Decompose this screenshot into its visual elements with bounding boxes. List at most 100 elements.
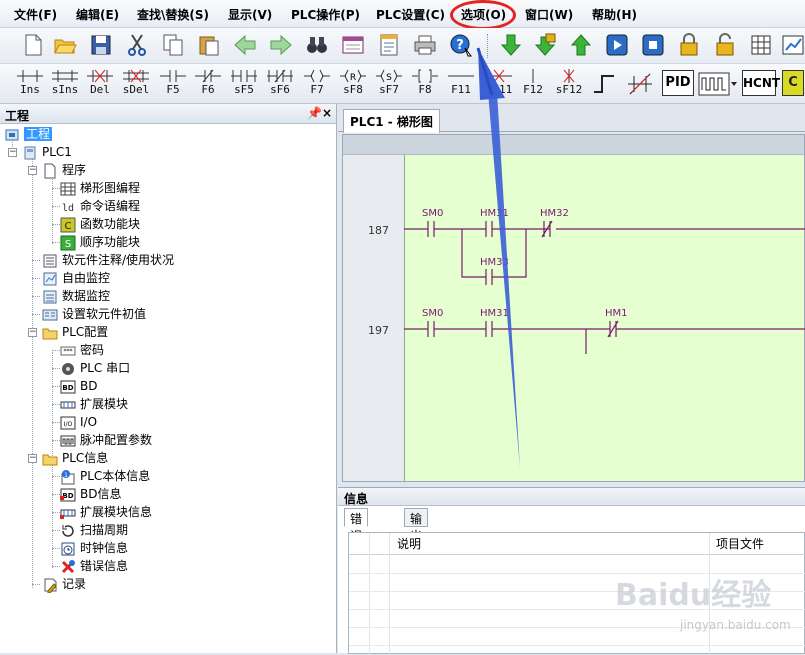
menu-plc-operation[interactable]: PLC操作(P) [291,6,360,23]
tree-label: PLC配置 [62,325,109,339]
binoculars-icon[interactable] [304,32,330,58]
download-arrow-icon[interactable] [498,32,524,58]
parallel-no-contact-button[interactable]: sF5 [227,68,261,102]
collapse-icon[interactable]: − [28,328,37,337]
tab-output[interactable]: 输出 [404,508,429,543]
tree-item-scan-cycle[interactable]: 扫描周期 [60,521,128,539]
run-icon[interactable] [604,32,630,58]
vertical-line-button[interactable]: F12 [516,68,550,102]
menu-view[interactable]: 显示(V) [228,6,272,23]
delete-multi-row-button[interactable]: sDel [119,68,153,102]
tree-item-function-block[interactable]: C 函数功能块 [60,215,140,233]
collapse-icon[interactable]: − [28,454,37,463]
tree-item-instruction[interactable]: ld 命令语编程 [60,197,140,215]
menu-window[interactable]: 窗口(W) [525,6,573,23]
nc-contact-button[interactable]: F6 [191,68,225,102]
tree-item-program[interactable]: 程序 [42,161,86,179]
chart-icon[interactable] [780,32,805,58]
tree-item-clock[interactable]: 时钟信息 [60,539,128,557]
set-coil-button[interactable]: S sF7 [372,68,406,102]
tree-item-plc-info[interactable]: PLC信息 [42,449,108,467]
forward-arrow-icon[interactable] [268,32,294,58]
menu-help[interactable]: 帮助(H) [592,6,637,23]
tree-line [32,278,40,279]
insert-multi-row-button[interactable]: sIns [48,68,82,102]
tree-label: 扩展模块 [80,397,129,411]
tree-item-io[interactable]: I/O I/O [60,413,97,431]
tree-label: 命令语编程 [80,199,141,213]
tree-item-free-monitor[interactable]: 自由监控 [42,269,110,287]
collapse-icon[interactable]: − [28,166,37,175]
tree-item-comment[interactable]: 软元件注释/使用状况 [42,251,174,269]
stop-icon[interactable] [640,32,666,58]
back-arrow-icon[interactable] [232,32,258,58]
window-icon[interactable] [340,32,366,58]
document-tab-bar: PLC1 - 梯形图 [338,104,805,133]
hcnt-button[interactable]: HCNT [742,70,780,96]
pulse-output-icon[interactable] [698,72,738,96]
invert-icon[interactable] [626,72,654,96]
column-header-description[interactable]: 说明 [397,533,421,555]
document-icon[interactable] [376,32,402,58]
tree-item-plc-config[interactable]: PLC配置 [42,323,108,341]
delete-horizontal-line-button[interactable]: sF11 [482,68,516,102]
column-header-project-file[interactable]: 项目文件 [716,533,764,555]
new-file-icon[interactable] [20,32,46,58]
tab-error-list[interactable]: 错误列表 [344,508,369,577]
tree-item-pulse-config[interactable]: 脉冲配置参数 [60,431,152,449]
unlock-icon[interactable] [712,32,738,58]
tree-item-expansion[interactable]: 扩展模块 [60,395,128,413]
close-icon[interactable]: × [322,106,332,120]
tree-item-initial-value[interactable]: 设置软元件初值 [42,305,146,323]
collapse-icon[interactable]: − [8,148,17,157]
pid-button[interactable]: PID [662,70,694,96]
tree-item-plc1[interactable]: PLC1 [22,143,72,161]
tree-item-error-info[interactable]: 错误信息 [60,557,128,575]
application-instruction-button[interactable]: F8 [408,68,442,102]
paste-icon[interactable] [196,32,222,58]
reset-coil-button[interactable]: R sF8 [336,68,370,102]
svg-text:S: S [386,73,392,83]
tree-item-bd[interactable]: BD BD [60,377,97,395]
horizontal-line-icon [448,75,474,77]
parallel-nc-contact-icon [267,69,293,83]
delete-row-button[interactable]: Del [83,68,117,102]
help-icon[interactable]: ? [448,32,474,58]
save-icon[interactable] [88,32,114,58]
tree-item-data-monitor[interactable]: 数据监控 [42,287,110,305]
cut-icon[interactable] [124,32,150,58]
tree-line [32,296,40,297]
coil-button[interactable]: F7 [300,68,334,102]
tree-item-serial-port[interactable]: PLC 串口 [60,359,130,377]
print-icon[interactable] [412,32,438,58]
copy-icon[interactable] [160,32,186,58]
tab-ladder-diagram[interactable]: PLC1 - 梯形图 [343,109,440,133]
lock-icon[interactable] [676,32,702,58]
lock-arrow-icon[interactable] [532,32,558,58]
tree-item-plc-body-info[interactable]: 1 PLC本体信息 [60,467,150,485]
horizontal-line-button[interactable]: F11 [444,68,478,102]
no-contact-button[interactable]: F5 [156,68,190,102]
delete-vertical-line-button[interactable]: sF12 [552,68,586,102]
menu-find-replace[interactable]: 查找\替换(S) [137,6,209,23]
tree-item-ladder[interactable]: 梯形图编程 [60,179,140,197]
tree-label: BD信息 [80,487,122,501]
tree-item-project[interactable]: 工程 [4,125,53,143]
menu-edit[interactable]: 编辑(E) [76,6,119,23]
c-block-button[interactable]: C [782,70,804,96]
rising-edge-icon[interactable] [592,72,618,96]
tree-item-sequence-block[interactable]: S 顺序功能块 [60,233,140,251]
menu-plc-settings[interactable]: PLC设置(C) [376,6,445,23]
tree-item-password[interactable]: *** 密码 [60,341,104,359]
tree-item-bd-info[interactable]: BD BD信息 [60,485,121,503]
tree-label: 错误信息 [80,559,129,573]
parallel-nc-contact-button[interactable]: sF6 [263,68,297,102]
pin-icon[interactable]: 📌 [307,106,322,120]
tree-item-record[interactable]: 记录 [42,575,86,593]
menu-file[interactable]: 文件(F) [14,6,57,23]
tree-item-expansion-info[interactable]: 扩展模块信息 [60,503,152,521]
insert-row-button[interactable]: Ins [13,68,47,102]
monitor-icon[interactable] [748,32,774,58]
upload-arrow-icon[interactable] [568,32,594,58]
open-folder-icon[interactable] [52,32,78,58]
